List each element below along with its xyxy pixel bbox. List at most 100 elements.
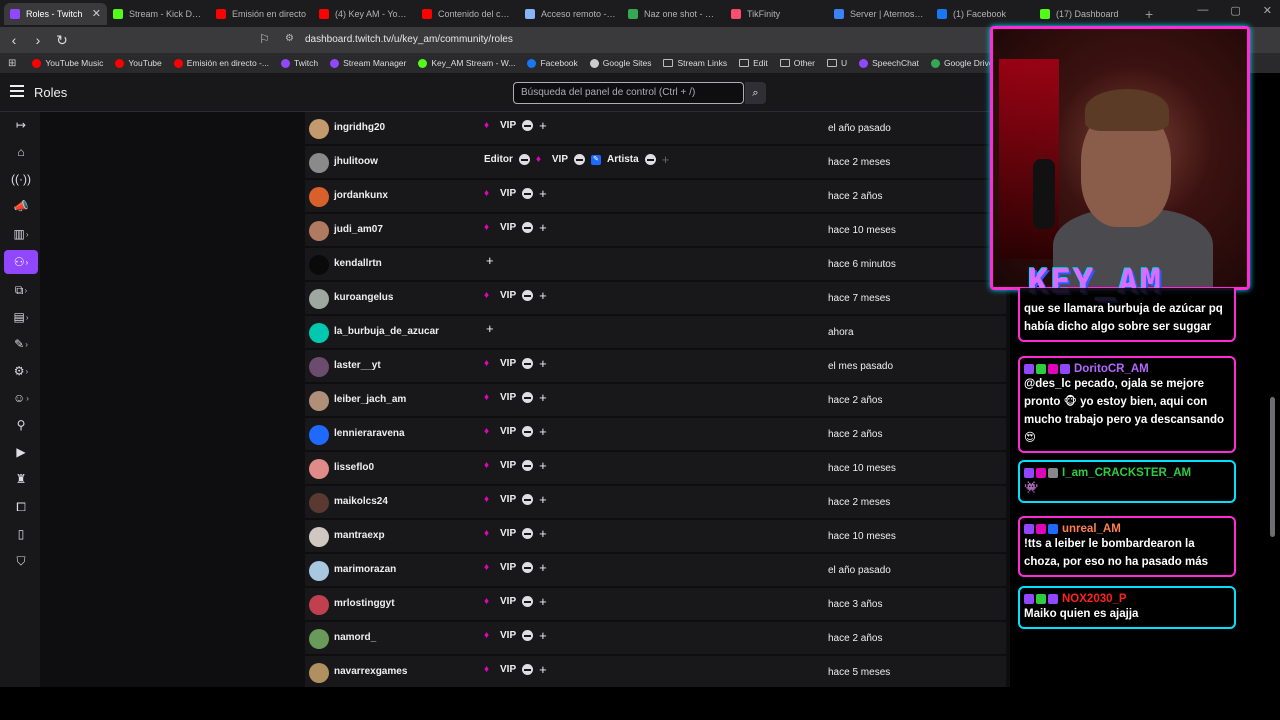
browser-tab[interactable]: Roles - Twitch ✕ <box>4 2 107 25</box>
bookmark-item[interactable]: Facebook <box>521 58 583 68</box>
avatar[interactable] <box>309 663 329 683</box>
remove-role-icon[interactable] <box>522 562 534 573</box>
remove-role-icon[interactable] <box>574 154 586 165</box>
community-icon[interactable]: ⚇ › <box>4 250 38 274</box>
safety-icon[interactable]: ⛉ <box>4 549 38 573</box>
add-role-icon[interactable]: + <box>539 527 547 540</box>
bookmark-folder[interactable]: Edit <box>733 58 774 68</box>
settings-icon[interactable]: ⚙ › <box>4 359 38 383</box>
site-info-icon[interactable]: ⚙ <box>285 33 294 44</box>
avatar[interactable] <box>309 459 329 479</box>
remove-role-icon[interactable] <box>522 392 534 403</box>
remove-role-icon[interactable] <box>522 188 534 199</box>
add-role-icon[interactable]: + <box>539 561 547 574</box>
bookmark-item[interactable]: Stream Manager <box>324 58 412 68</box>
username[interactable]: maikolcs24 <box>334 496 388 507</box>
avatar[interactable] <box>309 629 329 649</box>
add-role-icon[interactable]: + <box>539 391 547 404</box>
avatar[interactable] <box>309 527 329 547</box>
remove-role-icon[interactable] <box>522 120 534 131</box>
username[interactable]: mantraexp <box>334 530 385 541</box>
browser-tab[interactable]: (17) Dashboard <box>1034 3 1137 25</box>
home-icon[interactable]: ⌂ <box>4 140 38 164</box>
forward-icon[interactable]: › <box>28 32 48 48</box>
url-field[interactable]: dashboard.twitch.tv/u/key_am/community/r… <box>305 34 513 45</box>
browser-tab[interactable]: Stream - Kick Dashb <box>107 3 210 25</box>
avatar[interactable] <box>309 255 329 275</box>
bookmark-page-icon[interactable]: ⚐ <box>259 32 270 46</box>
add-role-icon[interactable]: + <box>539 357 547 370</box>
add-role-icon[interactable]: + <box>539 289 547 302</box>
remove-role-icon[interactable] <box>522 358 534 369</box>
remove-role-icon[interactable] <box>522 630 534 641</box>
bookmark-item[interactable]: YouTube Music <box>26 58 109 68</box>
avatar[interactable] <box>309 119 329 139</box>
username[interactable]: mrlostinggyt <box>334 598 395 609</box>
remove-role-icon[interactable] <box>522 290 534 301</box>
remove-role-icon[interactable] <box>522 528 534 539</box>
promote-icon[interactable]: 📣 <box>4 194 38 218</box>
remove-role-icon[interactable] <box>522 494 534 505</box>
avatar[interactable] <box>309 595 329 615</box>
remove-role-icon[interactable] <box>522 460 534 471</box>
learn-icon[interactable]: ▯ <box>4 522 38 546</box>
add-role-icon[interactable]: + <box>539 459 547 472</box>
username[interactable]: jhulitoow <box>334 156 378 167</box>
username[interactable]: lennieraravena <box>334 428 405 439</box>
bookmark-item[interactable]: Google Sites <box>584 58 658 68</box>
dashboard-search-input[interactable]: Búsqueda del panel de control (Ctrl + /) <box>513 82 744 104</box>
browser-tab[interactable]: Acceso remoto - Es <box>519 3 622 25</box>
bookmark-item[interactable]: Google Drive <box>925 58 1000 68</box>
browser-tab[interactable]: Emisión en directo <box>210 3 313 25</box>
add-role-icon[interactable]: + <box>539 663 547 676</box>
username[interactable]: namord_ <box>334 632 376 643</box>
close-tab-icon[interactable]: ✕ <box>92 7 101 20</box>
username[interactable]: jordankunx <box>334 190 388 201</box>
add-user-icon[interactable]: ⚲ <box>4 413 38 437</box>
video-icon[interactable]: ▶ <box>4 440 38 464</box>
username[interactable]: navarrexgames <box>334 666 407 677</box>
search-icon[interactable]: ⌕ <box>745 82 766 104</box>
bookmark-item[interactable]: Twitch <box>275 58 324 68</box>
analytics-icon[interactable]: ▥ › <box>4 222 38 246</box>
maximize-icon[interactable]: ▢ <box>1230 4 1240 17</box>
username[interactable]: leiber_jach_am <box>334 394 406 405</box>
bookmark-item[interactable]: SpeechChat <box>853 58 925 68</box>
achievements-icon[interactable]: ♜ <box>4 467 38 491</box>
back-icon[interactable]: ‹ <box>4 32 24 48</box>
avatar[interactable] <box>309 221 329 241</box>
content-icon[interactable]: ⧉ › <box>4 278 38 302</box>
remove-role-icon[interactable] <box>522 426 534 437</box>
add-role-icon[interactable]: + <box>539 425 547 438</box>
bookmark-folder[interactable]: Other <box>774 58 821 68</box>
username[interactable]: kendallrtn <box>334 258 382 269</box>
avatar[interactable] <box>309 187 329 207</box>
browser-tab[interactable]: (1) Facebook <box>931 3 1034 25</box>
add-role-icon[interactable]: + <box>539 119 547 132</box>
bookmark-folder[interactable]: U <box>821 58 853 68</box>
avatar[interactable] <box>309 425 329 445</box>
avatar[interactable] <box>309 561 329 581</box>
browser-tab[interactable]: (4) Key AM - YouTube <box>313 3 416 25</box>
add-role-icon[interactable]: + <box>539 493 547 506</box>
add-role-icon[interactable]: + <box>539 221 547 234</box>
viewer-rewards-icon[interactable]: ☺ › <box>4 386 38 410</box>
remove-role-icon[interactable] <box>522 596 534 607</box>
username[interactable]: judi_am07 <box>334 224 383 235</box>
add-role-icon[interactable]: + <box>486 254 494 267</box>
extensions-icon[interactable]: ⧠ <box>4 495 38 519</box>
scrollbar[interactable] <box>1268 112 1276 687</box>
bookmark-item[interactable]: YouTube <box>109 58 167 68</box>
browser-tab[interactable]: Naz one shot - Goo <box>622 3 725 25</box>
username[interactable]: kuroangelus <box>334 292 393 303</box>
monetization-icon[interactable]: ▤ › <box>4 305 38 329</box>
remove-role-icon[interactable] <box>644 154 656 165</box>
username[interactable]: ingridhg20 <box>334 122 385 133</box>
username[interactable]: marimorazan <box>334 564 396 575</box>
creator-tools-icon[interactable]: ✎ › <box>4 332 38 356</box>
username[interactable]: lisseflo0 <box>334 462 374 473</box>
browser-tab[interactable]: Contenido del canal <box>416 3 519 25</box>
browser-tab[interactable]: TikFinity <box>725 3 828 25</box>
menu-icon[interactable] <box>10 85 24 97</box>
avatar[interactable] <box>309 357 329 377</box>
